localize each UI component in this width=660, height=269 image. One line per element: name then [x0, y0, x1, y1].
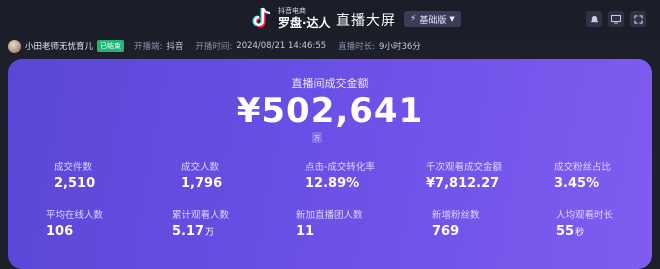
fullscreen-icon[interactable] [630, 11, 646, 27]
page-title: 直播大屏 [336, 13, 396, 29]
header-actions [586, 11, 646, 27]
metric-label: 成交件数 [54, 162, 93, 173]
start-time-label: 开播时间: [195, 42, 233, 52]
metric-label: 平均在线人数 [46, 210, 104, 221]
caret-down-icon: ▼ [449, 15, 455, 23]
metric-label: 累计观看人数 [172, 210, 230, 221]
avatar [8, 39, 21, 53]
metric-value: 11 [296, 224, 315, 239]
gmv-value: ¥502,641 [236, 91, 424, 131]
metric-label: 成交粉丝占比 [554, 162, 612, 173]
metric-value: 1,796 [181, 176, 223, 191]
version-dropdown[interactable]: ⚡ 基础版 ▼ [404, 11, 461, 27]
metric-value: 3.45% [554, 176, 600, 191]
metric-label: 新加直播团人数 [296, 210, 363, 221]
metric-gpm: 千次观看成交金额 ¥7,812.27 [426, 159, 554, 191]
metric-value: 106 [46, 224, 74, 239]
gmv-label: 直播间成交金额 [291, 77, 369, 90]
metric-value: 5.17万 [172, 224, 215, 239]
metric-items-sold: 成交件数 2,510 [54, 159, 182, 191]
metric-avg-online: 平均在线人数 106 [46, 207, 174, 239]
monitor-icon[interactable] [608, 11, 624, 27]
metric-buyers: 成交人数 1,796 [181, 159, 309, 191]
top-header: 抖音电商 罗盘·达人 直播大屏 ⚡ 基础版 ▼ [0, 0, 660, 38]
metric-label: 成交人数 [181, 162, 220, 173]
metric-label: 人均观看时长 [556, 210, 614, 221]
metric-value: 55秒 [556, 224, 585, 239]
start-time-value: 2024/08/21 14:46:55 [236, 41, 327, 51]
lightning-icon: ⚡ [410, 14, 417, 24]
stream-info-bar: 小田老师无忧育儿 已结束 开播端: 抖音 开播时间: 2024/08/21 14… [8, 38, 433, 54]
brand-subtitle: 抖音电商 [278, 6, 306, 15]
gmv-unit-badge: 万 [312, 132, 323, 143]
metric-label: 新增粉丝数 [432, 210, 480, 221]
metric-fan-buyer-ratio: 成交粉丝占比 3.45% [554, 159, 652, 191]
duration-label: 直播时长: [338, 42, 376, 52]
platform-label: 开播端: [134, 42, 163, 52]
metric-new-followers: 新增粉丝数 769 [432, 207, 560, 239]
status-badge: 已结束 [97, 40, 125, 52]
metric-label: 千次观看成交金额 [426, 162, 503, 173]
live-dashboard-panel: 直播间成交金额 ¥502,641 万 成交件数 2,510 成交人数 1,796… [8, 59, 652, 269]
brand-name: 罗盘·达人 [278, 15, 331, 30]
douyin-logo-icon [252, 6, 274, 30]
brand-logo: 抖音电商 罗盘·达人 [252, 6, 331, 30]
metric-value: 769 [432, 224, 460, 239]
metric-avg-watch-time: 人均观看时长 55秒 [556, 207, 652, 239]
duration-value: 9小时36分 [379, 42, 421, 52]
metric-click-conversion: 点击-成交转化率 12.89% [305, 159, 433, 191]
platform-value: 抖音 [166, 42, 184, 52]
metric-value: ¥7,812.27 [426, 176, 500, 191]
metric-total-viewers: 累计观看人数 5.17万 [172, 207, 300, 239]
metric-new-fan-club: 新加直播团人数 11 [296, 207, 424, 239]
streamer-name: 小田老师无忧育儿 [25, 42, 94, 52]
metric-value: 2,510 [54, 176, 96, 191]
metric-value: 12.89% [305, 176, 360, 191]
metric-label: 点击-成交转化率 [305, 162, 375, 173]
version-label: 基础版 [419, 15, 447, 26]
bell-icon[interactable] [586, 11, 602, 27]
